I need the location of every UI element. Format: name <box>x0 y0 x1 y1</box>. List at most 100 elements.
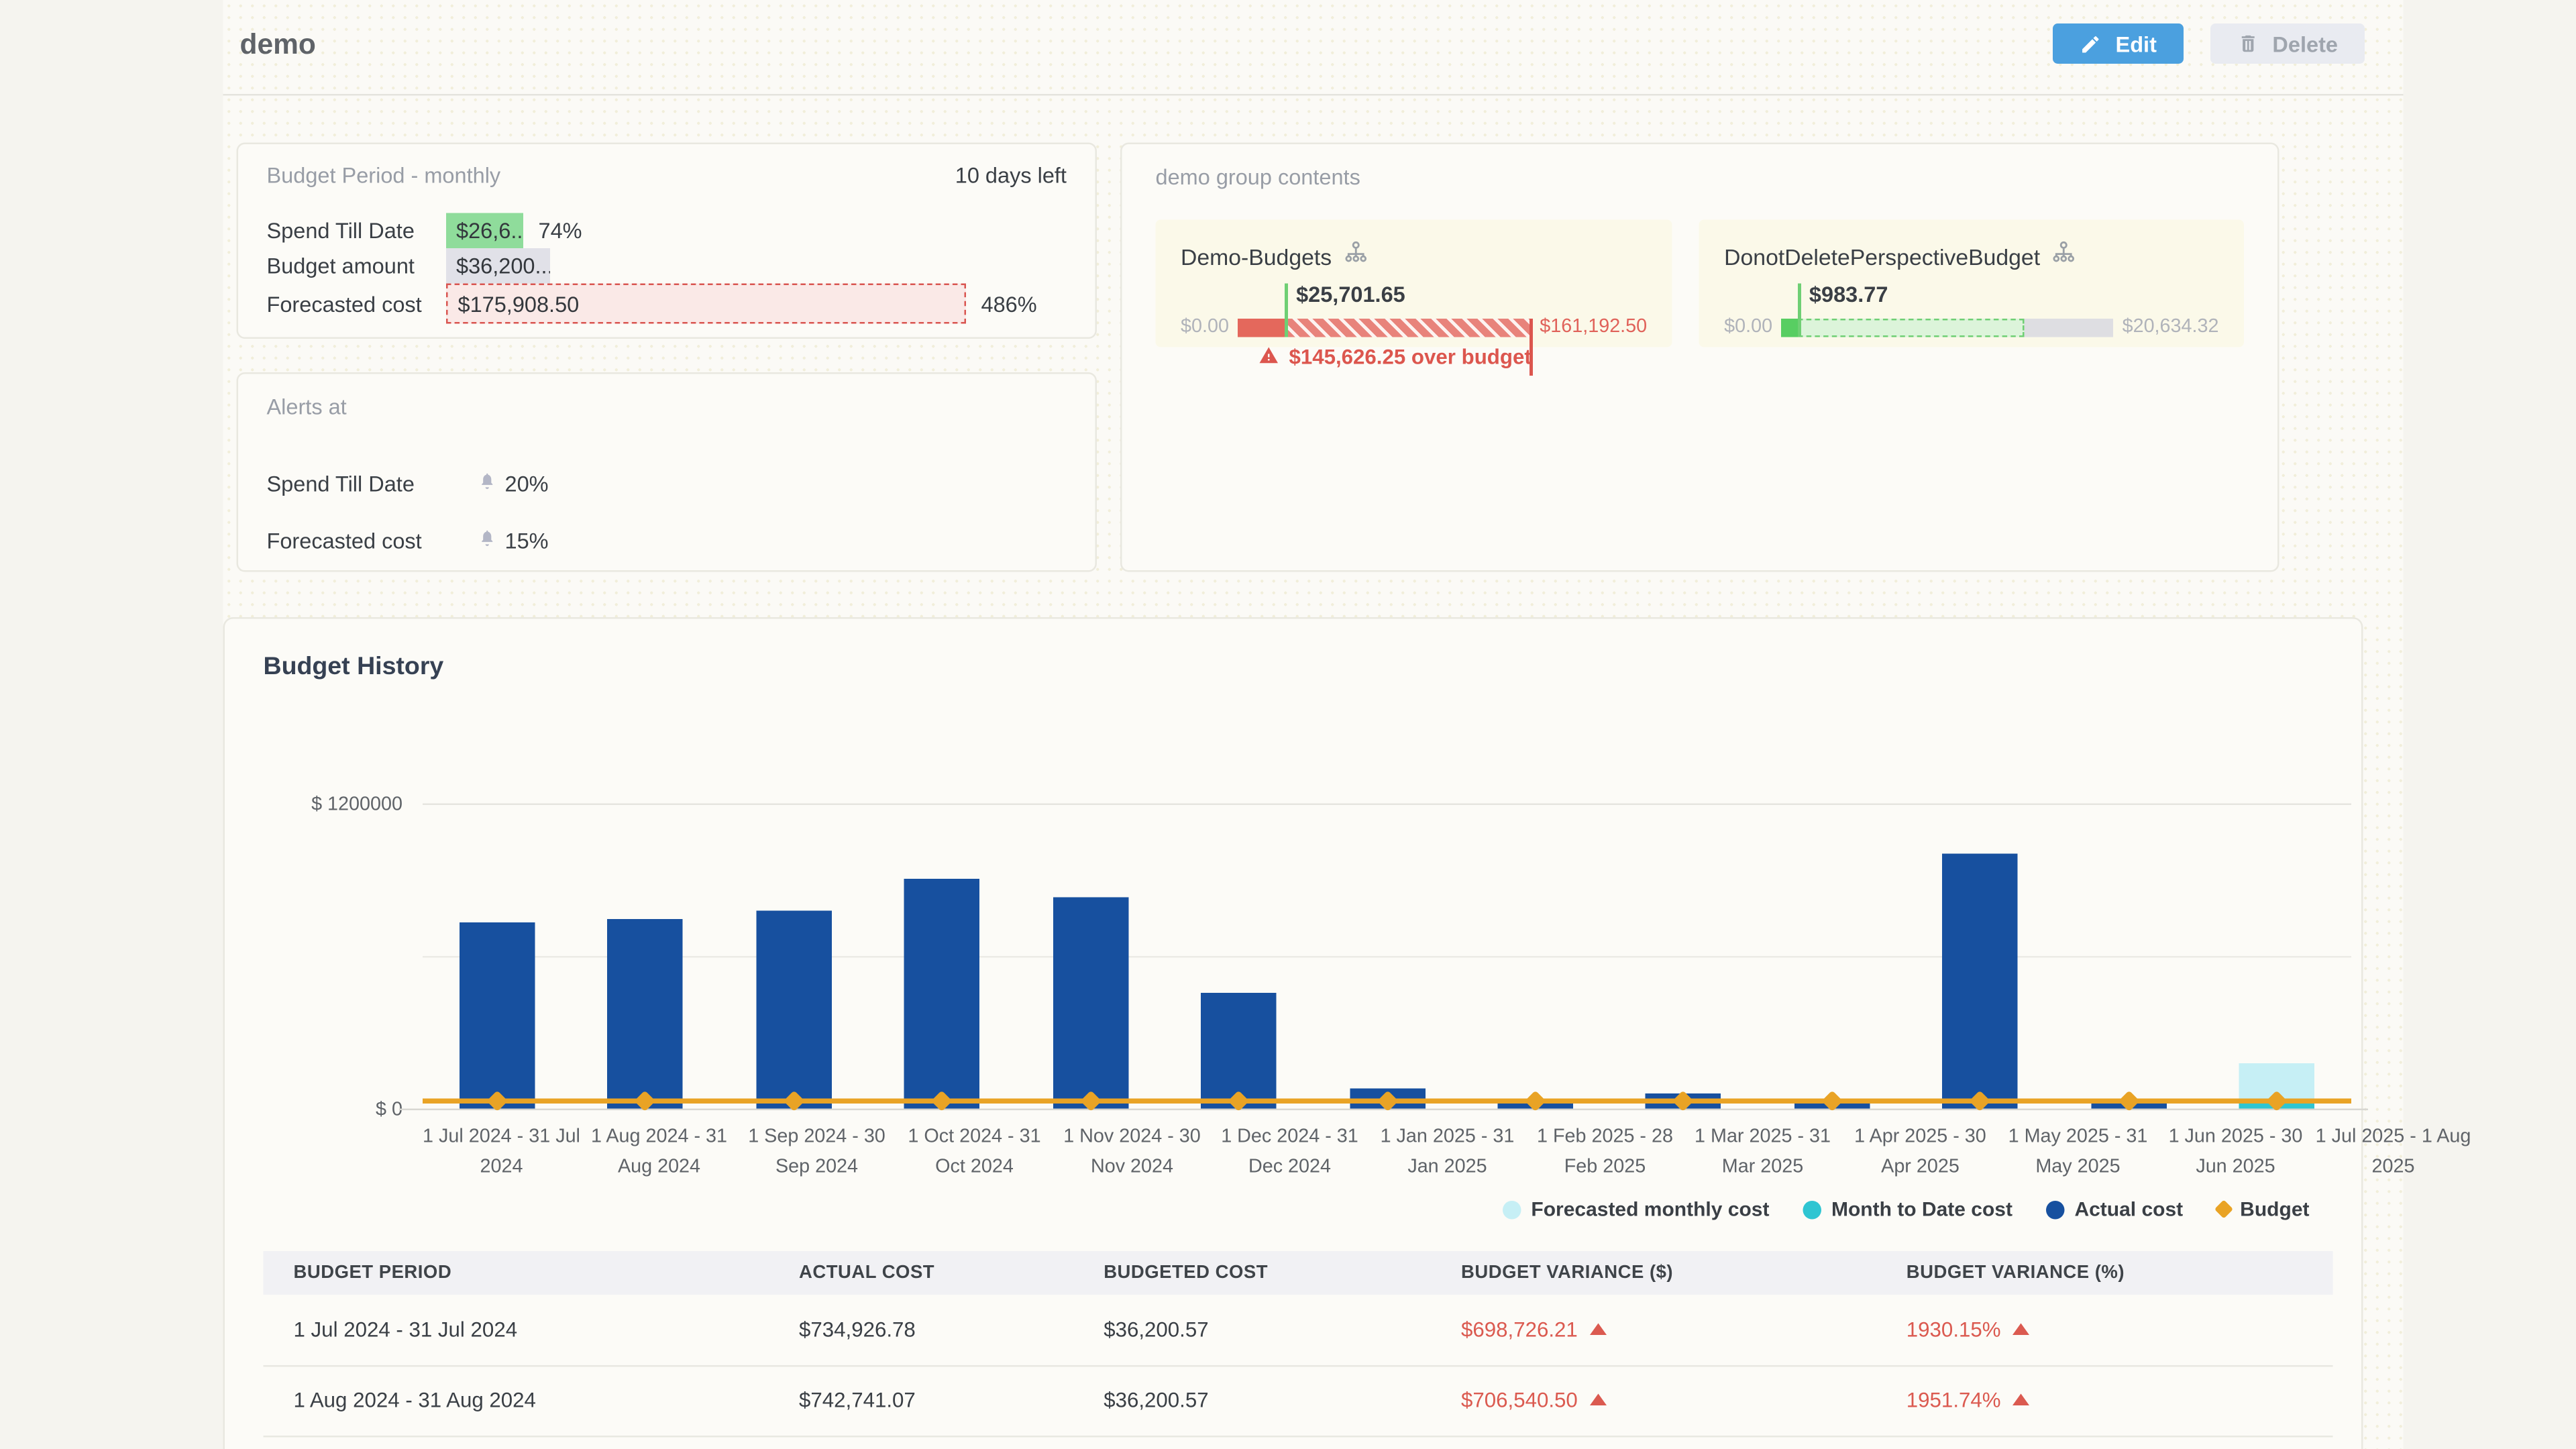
legend-item-actual-cost[interactable]: Actual cost <box>2046 1197 2183 1221</box>
alert-row: Forecasted cost15% <box>267 512 1067 569</box>
cell-variance-pct: 1930.15% <box>1876 1295 2333 1365</box>
budget-period-row: Spend Till Date$26,6...74% <box>267 213 1067 249</box>
progress-segment-greenbox <box>1797 318 2024 337</box>
cell-actual-cost: $742,741.07 <box>769 1365 1073 1436</box>
budget-marker-value: $25,701.65 <box>1296 281 1405 307</box>
metric-label: Forecasted cost <box>267 291 447 317</box>
cell-variance-usd: $698,726.21 <box>1431 1295 1876 1365</box>
metric-percent: 74% <box>539 218 582 244</box>
chart-x-labels: 1 Jul 2024 - 31 Jul 20241 Aug 2024 - 31 … <box>423 1124 2351 1183</box>
days-left-label: 10 days left <box>955 163 1067 189</box>
metric-value-chip: $175,908.50 <box>446 284 966 324</box>
legend-dot-swatch <box>1803 1200 1821 1219</box>
legend-diamond-swatch <box>2214 1199 2233 1218</box>
budget-history-chart: $ 1200000 $ 0 1 Jul 2024 - 31 Jul 20241 … <box>264 691 2323 1194</box>
budget-marker-tick <box>1285 282 1287 336</box>
cell-variance-usd: $706,540.50 <box>1431 1365 1876 1436</box>
chart-plot <box>423 805 2351 1110</box>
legend-item-forecasted-monthly-cost[interactable]: Forecasted monthly cost <box>1503 1197 1770 1221</box>
metric-percent: 486% <box>981 291 1037 317</box>
bell-icon <box>478 527 497 553</box>
budget-period-title: Budget Period - monthly <box>267 163 501 189</box>
budget-progress-bar: $25,701.65$145,626.25 over budget <box>1237 318 1531 337</box>
alerts-card: Alerts at Spend Till Date20%Forecasted c… <box>237 372 1097 572</box>
legend-item-budget[interactable]: Budget <box>2216 1197 2309 1221</box>
chart-legend: Forecasted monthly cost Month to Date cos… <box>264 1197 2310 1221</box>
bar-min-label: $0.00 <box>1181 317 1229 337</box>
budget-marker-value: $983.77 <box>1809 281 1888 307</box>
triangle-up-icon <box>2012 1394 2029 1406</box>
x-axis-label: 1 Aug 2024 - 31 Aug 2024 <box>580 1124 738 1183</box>
header-actions: Edit Delete <box>2053 23 2365 64</box>
bar-actual <box>1053 898 1128 1109</box>
group-budget-card: DonotDeletePerspectiveBudget$0.00$983.77… <box>1699 220 2244 347</box>
table-header-cell: BUDGET PERIOD <box>264 1251 769 1295</box>
cell-actual-cost: $779,635.93 <box>769 1436 1073 1449</box>
x-axis-label: 1 Apr 2025 - 30 Apr 2025 <box>1841 1124 1999 1183</box>
warning-icon <box>1257 345 1279 370</box>
x-axis-label: 1 Mar 2025 - 31 Mar 2025 <box>1684 1124 1841 1183</box>
overbudget-label: $145,626.25 over budget <box>1257 345 1532 370</box>
legend-label: Budget <box>2240 1197 2309 1221</box>
x-axis-label: 1 Jan 2025 - 31 Jan 2025 <box>1368 1124 1526 1183</box>
x-axis-line <box>399 1109 2368 1111</box>
gridline <box>423 956 2351 958</box>
bar-max-label: $161,192.50 <box>1540 317 1647 337</box>
budget-name: Demo-Budgets <box>1181 244 1332 270</box>
delete-button[interactable]: Delete <box>2210 23 2365 64</box>
alerts-rows: Spend Till Date20%Forecasted cost15% <box>267 455 1067 569</box>
table-header-cell: BUDGET VARIANCE (%) <box>1876 1251 2333 1295</box>
group-budget-list: Demo-Budgets $0.00 $25,701.65$145,626.25 o… <box>1156 220 2245 347</box>
triangle-up-icon <box>2012 1323 2029 1335</box>
x-axis-label: 1 May 2025 - 31 May 2025 <box>1999 1124 2157 1183</box>
x-axis-label: 1 Oct 2024 - 31 Oct 2024 <box>896 1124 1053 1183</box>
budget-name: DonotDeletePerspectiveBudget <box>1724 244 2040 270</box>
page-title: demo <box>240 29 316 62</box>
budget-progress-bar: $983.77 <box>1781 318 2114 337</box>
table-header-cell: BUDGET VARIANCE ($) <box>1431 1251 1876 1295</box>
budget-history-table: BUDGET PERIODACTUAL COSTBUDGETED COSTBUD… <box>264 1251 2333 1449</box>
progress-segment-hatch <box>1285 318 1532 337</box>
cell-budget-period: 1 Sep 2024 - 30 Sep 2024 <box>264 1436 769 1449</box>
bar-actual <box>607 920 683 1109</box>
edit-button[interactable]: Edit <box>2053 23 2184 64</box>
table-header-cell: BUDGETED COST <box>1073 1251 1431 1295</box>
x-axis-label: 1 Feb 2025 - 28 Feb 2025 <box>1526 1124 1684 1183</box>
bar-actual <box>756 910 832 1109</box>
bar-actual <box>459 922 535 1109</box>
budget-history-title: Budget History <box>264 653 2323 682</box>
x-axis-label: 1 Jun 2025 - 30 Jun 2025 <box>2157 1124 2314 1183</box>
bar-actual <box>904 878 980 1108</box>
perspective-hierarchy-icon <box>1344 240 1369 274</box>
table-header-cell: ACTUAL COST <box>769 1251 1073 1295</box>
cell-variance-usd: $743,435.36 <box>1431 1436 1876 1449</box>
cell-variance-pct: 2053.66% <box>1876 1436 2333 1449</box>
triangle-up-icon <box>1589 1323 1606 1335</box>
budget-period-rows: Spend Till Date$26,6...74%Budget amount$… <box>267 213 1067 324</box>
cell-budgeted-cost: $36,200.57 <box>1073 1436 1431 1449</box>
group-contents-card: demo group contents Demo-Budgets$0.00$25… <box>1120 143 2279 572</box>
budget-history-card: Budget History $ 1200000 $ 0 1 Jul 2024 … <box>223 617 2363 1449</box>
y-axis-max-label: $ 1200000 <box>285 795 402 815</box>
legend-dot-swatch <box>2046 1200 2065 1219</box>
page: demo Edit Delete Budget Period - monthly… <box>0 0 2576 1449</box>
metric-label: Spend Till Date <box>267 218 447 244</box>
trash-icon <box>2237 32 2259 56</box>
x-axis-label: 1 Dec 2024 - 31 Dec 2024 <box>1211 1124 1368 1183</box>
perspective-hierarchy-icon <box>2052 240 2078 274</box>
table-body: 1 Jul 2024 - 31 Jul 2024$734,926.78$36,2… <box>264 1295 2333 1449</box>
cell-budgeted-cost: $36,200.57 <box>1073 1295 1431 1365</box>
table-row: 1 Sep 2024 - 30 Sep 2024$779,635.93$36,2… <box>264 1436 2333 1449</box>
x-axis-label: 1 Jul 2024 - 31 Jul 2024 <box>423 1124 580 1183</box>
cell-budget-period: 1 Aug 2024 - 31 Aug 2024 <box>264 1365 769 1436</box>
x-axis-label: 1 Nov 2024 - 30 Nov 2024 <box>1053 1124 1211 1183</box>
legend-item-month-to-date-cost[interactable]: Month to Date cost <box>1803 1197 2012 1221</box>
legend-label: Month to Date cost <box>1831 1197 2012 1221</box>
alert-metric-label: Spend Till Date <box>267 470 478 496</box>
metric-label: Budget amount <box>267 254 447 279</box>
triangle-up-icon <box>1589 1394 1606 1406</box>
bar-actual <box>1943 853 2019 1108</box>
table-header-row: BUDGET PERIODACTUAL COSTBUDGETED COSTBUD… <box>264 1251 2333 1295</box>
bar-max-label: $20,634.32 <box>2123 317 2219 337</box>
metric-value-chip: $36,200.... <box>446 248 550 284</box>
